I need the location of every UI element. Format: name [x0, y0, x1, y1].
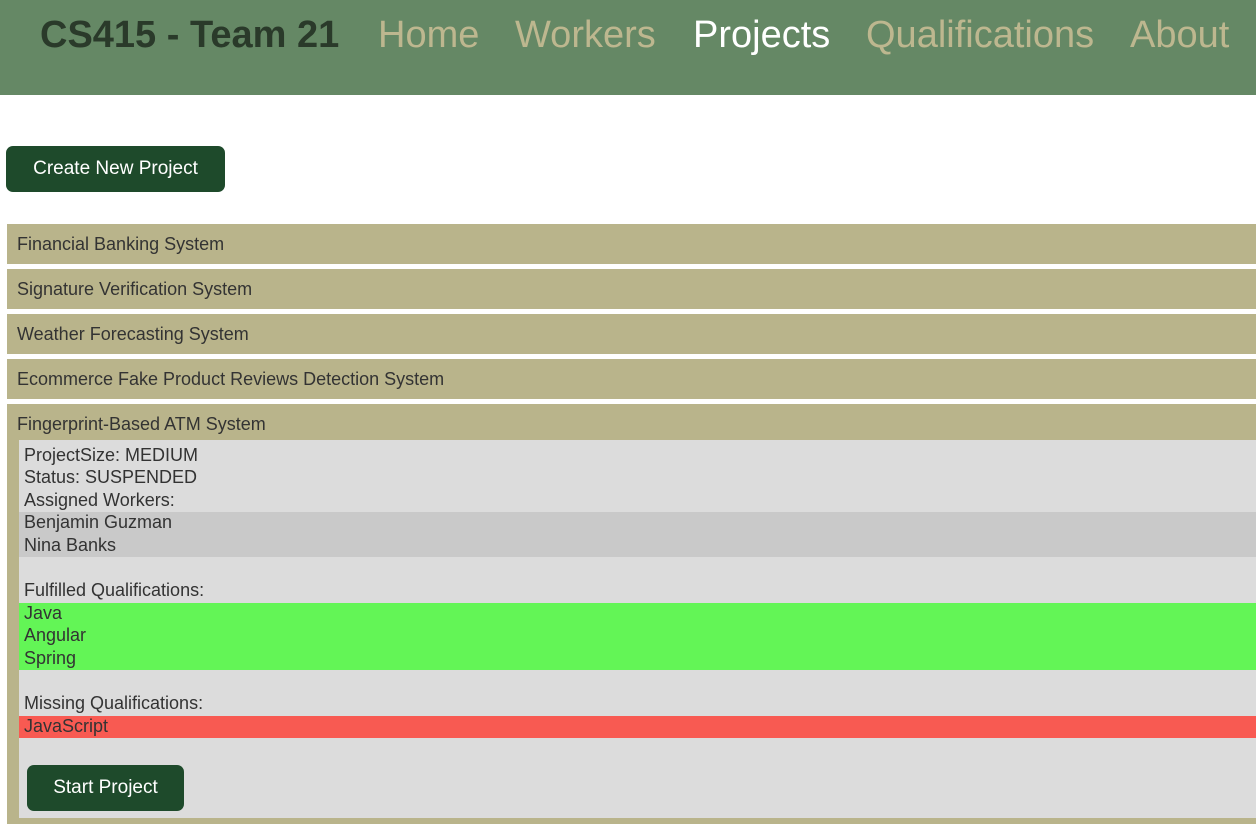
missing-qualifications-list: JavaScript: [19, 716, 1256, 738]
project-name: Financial Banking System: [17, 234, 225, 254]
create-new-project-button[interactable]: Create New Project: [6, 146, 225, 192]
qualification-item: JavaScript: [24, 716, 109, 736]
project-name: Ecommerce Fake Product Reviews Detection…: [17, 369, 445, 389]
assigned-workers-list: Benjamin Guzman Nina Banks: [19, 512, 1256, 557]
nav-link-workers[interactable]: Workers: [515, 14, 656, 57]
project-accordion-header[interactable]: Signature Verification System: [7, 269, 1256, 309]
project-accordion-header[interactable]: Financial Banking System: [7, 224, 1256, 264]
top-nav: CS415 - Team 21 Home Workers Projects Qu…: [0, 0, 1256, 95]
worker-item: Benjamin Guzman: [24, 512, 173, 532]
start-project-button[interactable]: Start Project: [27, 765, 184, 811]
qualification-item: Spring: [24, 648, 77, 668]
project-details-panel: ProjectSize: MEDIUM Status: SUSPENDED As…: [19, 440, 1256, 818]
missing-qualifications-label: Missing Qualifications:: [24, 693, 204, 713]
fulfilled-qualifications-label: Fulfilled Qualifications:: [24, 580, 205, 600]
worker-item: Nina Banks: [24, 535, 117, 555]
qualification-item: Angular: [24, 625, 87, 645]
qualification-item: Java: [24, 603, 63, 623]
nav-link-about[interactable]: About: [1130, 14, 1229, 57]
fulfilled-qualifications-list: Java Angular Spring: [19, 603, 1256, 670]
project-status: Status: SUSPENDED: [24, 467, 198, 487]
nav-link-projects[interactable]: Projects: [693, 14, 830, 57]
project-accordion-header[interactable]: Ecommerce Fake Product Reviews Detection…: [7, 359, 1256, 399]
project-name: Fingerprint-Based ATM System: [17, 414, 266, 434]
project-accordion-header[interactable]: Weather Forecasting System: [7, 314, 1256, 354]
project-accordion-expanded[interactable]: Fingerprint-Based ATM System ProjectSize…: [7, 404, 1256, 824]
project-size: ProjectSize: MEDIUM: [24, 445, 199, 465]
project-name: Signature Verification System: [17, 279, 253, 299]
brand-title: CS415 - Team 21: [40, 14, 340, 56]
nav-link-home[interactable]: Home: [378, 14, 479, 57]
assigned-workers-label: Assigned Workers:: [24, 490, 175, 510]
project-name: Weather Forecasting System: [17, 324, 249, 344]
nav-link-qualifications[interactable]: Qualifications: [866, 14, 1094, 57]
